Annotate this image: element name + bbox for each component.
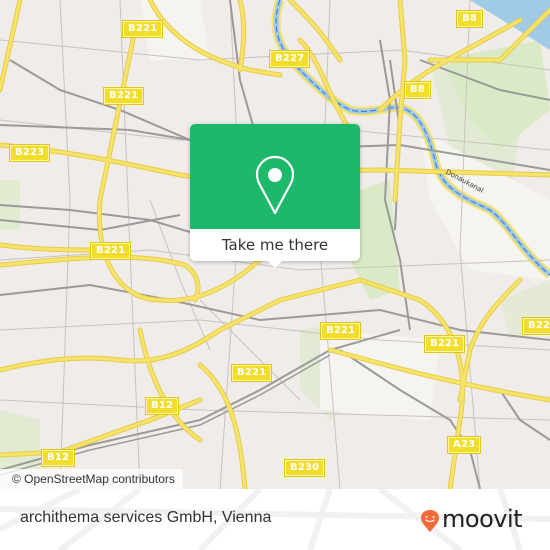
map-canvas[interactable]: B221 B227 B8 B221 B8 B223 B221 B221 B221… [0, 0, 550, 489]
shield-b230: B230 [283, 459, 326, 477]
shield-b228: B228 [521, 317, 550, 335]
popup-pointer [267, 260, 283, 268]
popup-header [190, 124, 360, 229]
moovit-wordmark: moovit [442, 505, 523, 533]
shield-b221-south-center: B221 [319, 322, 362, 340]
shield-b227: B227 [268, 50, 311, 68]
shield-b12-center: B12 [144, 397, 180, 415]
place-title: archithema services GmbH, Vienna [20, 509, 272, 526]
shield-b221-south-east: B221 [423, 335, 466, 353]
shield-b221-south: B221 [230, 364, 273, 382]
shield-b221-north: B221 [121, 20, 164, 38]
shield-b221-west-lower: B221 [89, 242, 132, 260]
shield-b8-north: B8 [456, 10, 483, 28]
map-pin-icon [255, 155, 295, 215]
shield-b223: B223 [8, 144, 51, 162]
footer-bar: archithema services GmbH, Vienna moovit [0, 489, 550, 550]
shield-b12-southwest: B12 [40, 449, 76, 467]
shield-a23: A23 [446, 436, 482, 454]
take-me-there-button[interactable]: Take me there [190, 229, 360, 261]
moovit-smile-pin-icon [421, 510, 439, 532]
shield-b221-west-upper: B221 [102, 87, 145, 105]
map-attribution[interactable]: © OpenStreetMap contributors [0, 469, 183, 489]
moovit-logo[interactable]: moovit [420, 505, 540, 535]
location-popup: Take me there [190, 124, 360, 268]
shield-b8-south: B8 [404, 81, 431, 99]
